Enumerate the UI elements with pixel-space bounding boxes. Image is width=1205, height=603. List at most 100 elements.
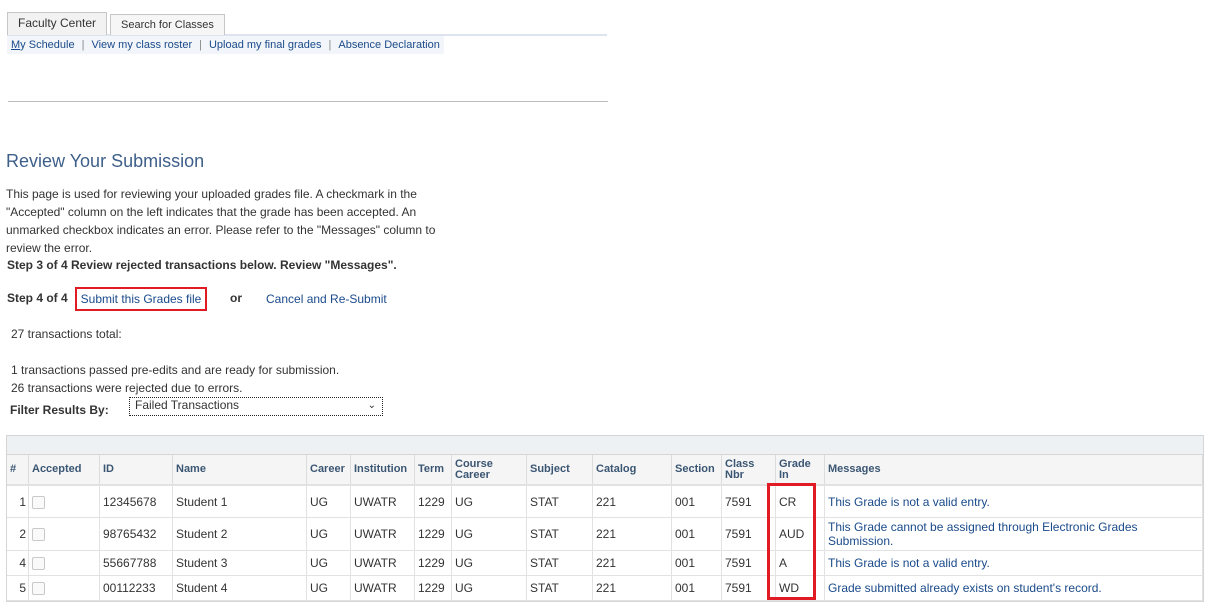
section-cell: 001 (671, 550, 722, 576)
id-cell: 55667788 (99, 550, 173, 576)
course-career-cell: UG (451, 517, 527, 551)
or-label: or (230, 291, 242, 305)
nav-view-class-roster[interactable]: View my class roster (91, 39, 192, 51)
cancel-resubmit-link[interactable]: Cancel and Re-Submit (266, 292, 387, 306)
catalog-cell: 221 (592, 517, 672, 551)
col-header-career[interactable]: Career (306, 455, 351, 486)
col-header-catalog[interactable]: Catalog (592, 455, 672, 486)
nav-separator: | (81, 39, 85, 51)
grade-in-highlight-box (767, 483, 816, 600)
career-cell: UG (306, 550, 351, 576)
career-cell: UG (306, 485, 351, 518)
nav-my-schedule-accesskey: M (11, 39, 21, 51)
career-cell: UG (306, 575, 351, 601)
transactions-rejected: 26 transactions were rejected due to err… (11, 381, 243, 395)
message-cell: Grade submitted already exists on studen… (824, 575, 1203, 601)
col-header-id[interactable]: ID (99, 455, 173, 486)
table-row: 2 98765432 Student 2 UG UWATR 1229 UG ST… (7, 517, 1203, 551)
nav-separator: | (328, 39, 332, 51)
institution-cell: UWATR (350, 485, 415, 518)
step-4-label: Step 4 of 4 (7, 291, 68, 305)
section-cell: 001 (671, 517, 722, 551)
accepted-checkbox[interactable] (32, 582, 45, 596)
id-cell: 00112233 (99, 575, 173, 601)
section-cell: 001 (671, 485, 722, 518)
name-cell: Student 2 (172, 517, 307, 551)
divider (8, 101, 608, 102)
faculty-nav: My Schedule | View my class roster | Upload … (7, 36, 444, 54)
institution-cell: UWATR (350, 517, 415, 551)
accepted-cell (28, 485, 100, 518)
name-cell: Student 1 (172, 485, 307, 518)
col-header-section[interactable]: Section (671, 455, 722, 486)
results-table: # Accepted ID Name Career Institution Te… (7, 455, 1203, 601)
career-cell: UG (306, 517, 351, 551)
course-career-cell: UG (451, 485, 527, 518)
step-3-instruction: Step 3 of 4 Review rejected transactions… (7, 258, 397, 272)
id-cell: 12345678 (99, 485, 173, 518)
col-header-term[interactable]: Term (414, 455, 452, 486)
tab-search-for-classes[interactable]: Search for Classes (110, 14, 225, 35)
row-number: 1 (7, 485, 29, 518)
subject-cell: STAT (526, 575, 593, 601)
col-header-subject[interactable]: Subject (526, 455, 593, 486)
nav-absence-declaration[interactable]: Absence Declaration (338, 39, 440, 51)
col-header-name[interactable]: Name (172, 455, 307, 486)
course-career-cell: UG (451, 550, 527, 576)
accepted-cell (28, 517, 100, 551)
filter-results-select[interactable]: Failed Transactions ⌄ (129, 397, 383, 416)
results-grid: # Accepted ID Name Career Institution Te… (6, 435, 1204, 602)
nav-my-schedule[interactable]: My Schedule (11, 39, 75, 51)
tab-bar: Faculty Center Search for Classes (7, 12, 607, 36)
name-cell: Student 4 (172, 575, 307, 601)
term-cell: 1229 (414, 485, 452, 518)
accepted-checkbox[interactable] (32, 528, 45, 542)
message-cell: This Grade is not a valid entry. (824, 550, 1203, 576)
table-row: 4 55667788 Student 3 UG UWATR 1229 UG ST… (7, 550, 1203, 576)
term-cell: 1229 (414, 517, 452, 551)
tab-faculty-center[interactable]: Faculty Center (7, 12, 108, 35)
catalog-cell: 221 (592, 550, 672, 576)
nav-my-schedule-label: y Schedule (20, 39, 75, 51)
accepted-checkbox[interactable] (32, 557, 45, 571)
col-header-accepted[interactable]: Accepted (28, 455, 100, 486)
submit-grades-file-link[interactable]: Submit this Grades file (75, 287, 207, 311)
catalog-cell: 221 (592, 485, 672, 518)
section-cell: 001 (671, 575, 722, 601)
table-row: 1 12345678 Student 1 UG UWATR 1229 UG ST… (7, 485, 1203, 518)
table-header-row: # Accepted ID Name Career Institution Te… (7, 455, 1203, 486)
col-header-messages[interactable]: Messages (824, 455, 1203, 486)
col-header-institution[interactable]: Institution (350, 455, 415, 486)
name-cell: Student 3 (172, 550, 307, 576)
col-header-num[interactable]: # (7, 455, 29, 486)
institution-cell: UWATR (350, 550, 415, 576)
message-cell: This Grade is not a valid entry. (824, 485, 1203, 518)
col-header-grade-in[interactable]: Grade In (775, 455, 825, 486)
message-cell: This Grade cannot be assigned through El… (824, 517, 1203, 551)
accepted-cell (28, 575, 100, 601)
grid-header-band (7, 436, 1203, 455)
subject-cell: STAT (526, 550, 593, 576)
col-header-class-nbr[interactable]: Class Nbr (721, 455, 776, 486)
row-number: 5 (7, 575, 29, 601)
subject-cell: STAT (526, 517, 593, 551)
col-header-course-career[interactable]: Course Career (451, 455, 527, 486)
accepted-checkbox[interactable] (32, 495, 45, 509)
nav-separator: | (199, 39, 202, 51)
catalog-cell: 221 (592, 575, 672, 601)
transactions-passed: 1 transactions passed pre-edits and are … (11, 363, 340, 377)
institution-cell: UWATR (350, 575, 415, 601)
id-cell: 98765432 (99, 517, 173, 551)
course-career-cell: UG (451, 575, 527, 601)
filter-results-label: Filter Results By: (10, 403, 109, 417)
row-number: 4 (7, 550, 29, 576)
page-title: Review Your Submission (6, 151, 205, 171)
subject-cell: STAT (526, 485, 593, 518)
accepted-cell (28, 550, 100, 576)
term-cell: 1229 (414, 550, 452, 576)
row-number: 2 (7, 517, 29, 551)
chevron-down-icon: ⌄ (367, 400, 376, 411)
nav-upload-final-grades[interactable]: Upload my final grades (209, 39, 322, 51)
page-description: This page is used for reviewing your upl… (6, 187, 436, 255)
transactions-total: 27 transactions total: (11, 327, 122, 341)
